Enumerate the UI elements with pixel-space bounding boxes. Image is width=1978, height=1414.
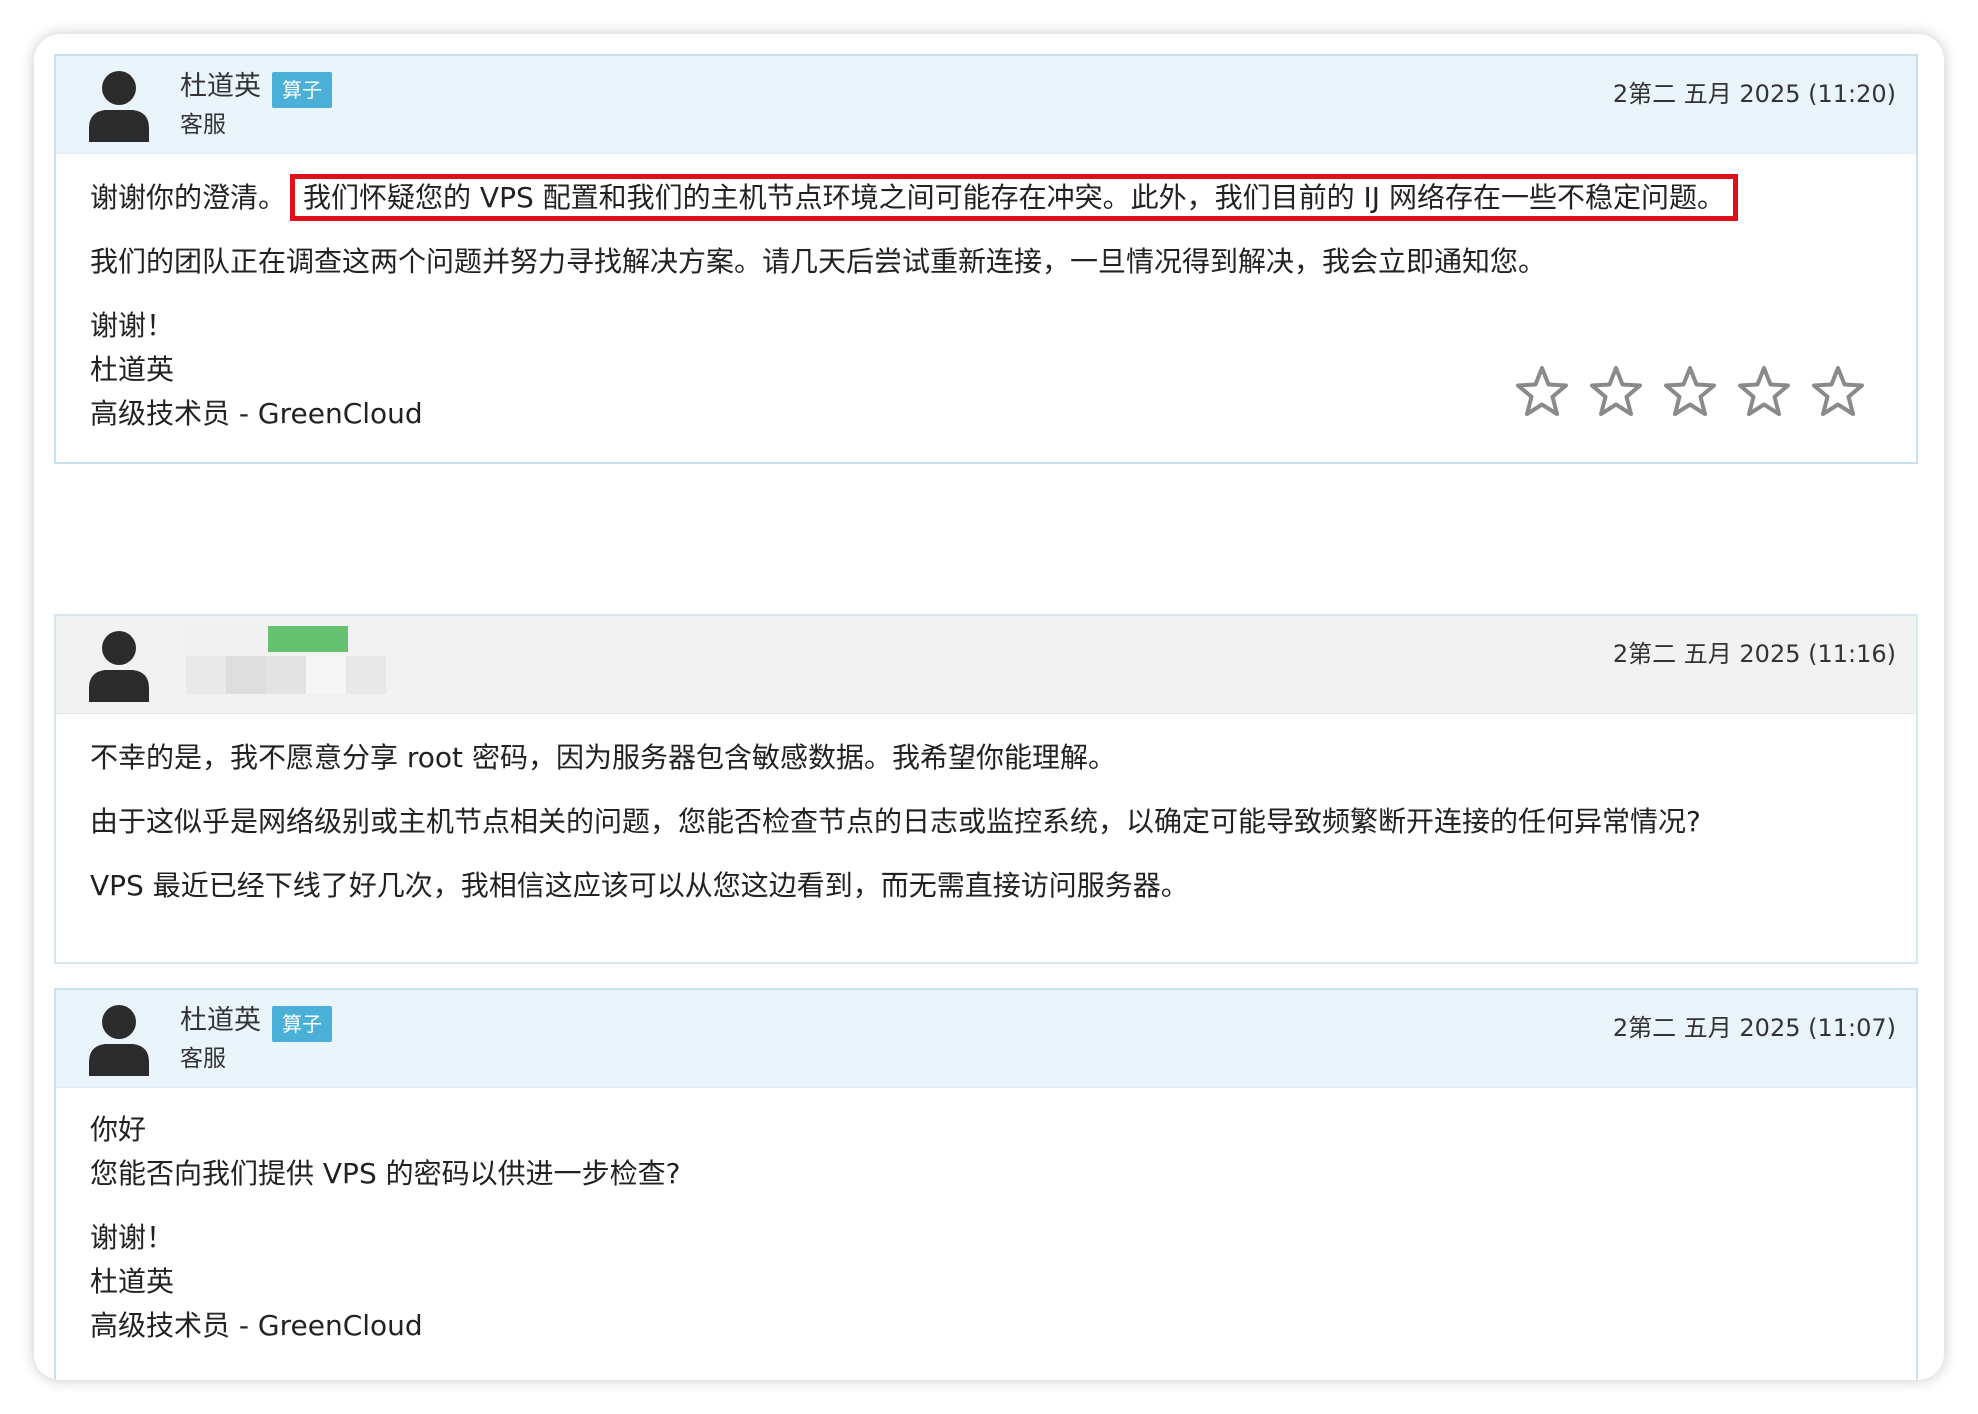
signature-thanks: 谢谢！ xyxy=(90,1221,175,1254)
reply-header: 杜道英 算子 客服 2第二 五月 2025 (11:07) xyxy=(56,990,1916,1088)
highlighted-text: 我们怀疑您的 VPS 配置和我们的主机节点环境之间可能存在冲突。此外，我们目前的… xyxy=(290,174,1738,221)
signature-thanks: 谢谢！ xyxy=(90,309,175,342)
reply-client: 2第二 五月 2025 (11:16) 不幸的是，我不愿意分享 root 密码，… xyxy=(54,614,1918,964)
author-name: 杜道英 xyxy=(180,1005,261,1036)
author-role: 客服 xyxy=(180,112,226,138)
greeting-line: 你好 xyxy=(90,1113,147,1146)
request-line: 您能否向我们提供 VPS 的密码以供进一步检查? xyxy=(90,1157,681,1190)
user-avatar-icon xyxy=(88,70,150,142)
reply-timestamp: 2第二 五月 2025 (11:20) xyxy=(1612,80,1896,108)
reply-staff-1: 杜道英 算子 客服 2第二 五月 2025 (11:20) 谢谢你的澄清。 我们怀… xyxy=(54,54,1918,464)
reply-header: 2第二 五月 2025 (11:16) xyxy=(56,616,1916,714)
reply-header: 杜道英 算子 客服 2第二 五月 2025 (11:20) xyxy=(56,56,1916,154)
rating-star-1-icon[interactable] xyxy=(1514,364,1570,420)
user-avatar-icon xyxy=(88,1004,150,1076)
reply-paragraph: VPS 最近已经下线了好几次，我相信这应该可以从您这边看到，而无需直接访问服务器… xyxy=(90,869,1189,902)
reply-paragraph: 谢谢你的澄清。 我们怀疑您的 VPS 配置和我们的主机节点环境之间可能存在冲突。此… xyxy=(90,174,1882,221)
rating-stars xyxy=(1514,364,1866,420)
reply-timestamp: 2第二 五月 2025 (11:16) xyxy=(1612,640,1896,668)
author-role: 客服 xyxy=(180,1046,226,1072)
operator-badge: 算子 xyxy=(272,72,332,108)
ticket-thread: 杜道英 算子 客服 2第二 五月 2025 (11:20) 谢谢你的澄清。 我们怀… xyxy=(34,34,1944,1380)
reply-body: 不幸的是，我不愿意分享 root 密码，因为服务器包含敏感数据。我希望你能理解。… xyxy=(56,736,1916,908)
rating-star-2-icon[interactable] xyxy=(1588,364,1644,420)
operator-badge: 算子 xyxy=(272,1006,332,1042)
rating-star-4-icon[interactable] xyxy=(1736,364,1792,420)
reply-paragraph: 由于这似乎是网络级别或主机节点相关的问题，您能否检查节点的日志或监控系统，以确定… xyxy=(90,805,1701,838)
signature-title: 高级技术员 - GreenCloud xyxy=(90,1309,423,1342)
signature-name: 杜道英 xyxy=(90,1265,175,1298)
reply-timestamp: 2第二 五月 2025 (11:07) xyxy=(1612,1014,1896,1042)
redacted-author-name xyxy=(186,622,446,702)
user-avatar-icon xyxy=(88,630,150,702)
intro-text: 谢谢你的澄清。 xyxy=(90,181,287,214)
author-name: 杜道英 xyxy=(180,71,261,102)
rating-star-5-icon[interactable] xyxy=(1810,364,1866,420)
reply-paragraph: 不幸的是，我不愿意分享 root 密码，因为服务器包含敏感数据。我希望你能理解。 xyxy=(90,741,1116,774)
reply-staff-2: 杜道英 算子 客服 2第二 五月 2025 (11:07) 你好 您能否向我们提… xyxy=(54,988,1918,1380)
reply-body: 你好 您能否向我们提供 VPS 的密码以供进一步检查? 谢谢！ 杜道英 高级技术… xyxy=(56,1108,1916,1348)
rating-star-3-icon[interactable] xyxy=(1662,364,1718,420)
reply-paragraph: 我们的团队正在调查这两个问题并努力寻找解决方案。请几天后尝试重新连接，一旦情况得… xyxy=(90,245,1547,278)
